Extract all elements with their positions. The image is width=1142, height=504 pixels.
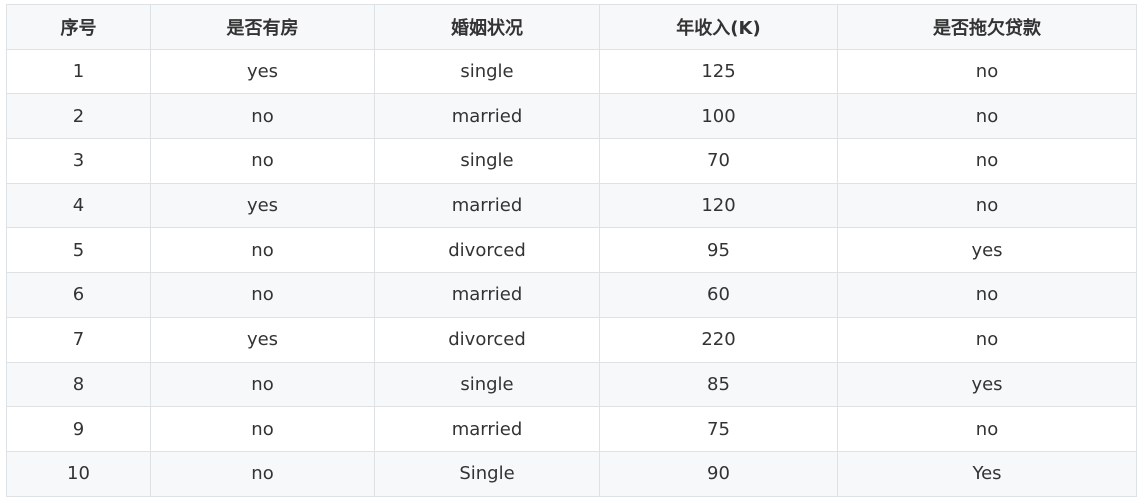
table-row: 2 no married 100 no xyxy=(6,93,1137,140)
cell-loan-default: yes xyxy=(837,361,1137,408)
cell-annual-income: 60 xyxy=(599,272,838,318)
cell-loan-default: no xyxy=(837,406,1137,452)
cell-index: 5 xyxy=(6,227,151,274)
cell-index: 4 xyxy=(6,182,151,229)
cell-loan-default: Yes xyxy=(837,450,1137,497)
cell-has-house: no xyxy=(150,361,375,408)
table-row: 8 no single 85 yes xyxy=(6,361,1137,408)
cell-annual-income: 75 xyxy=(599,406,838,452)
cell-loan-default: no xyxy=(837,93,1137,140)
cell-marital-status: single xyxy=(374,138,600,184)
cell-annual-income: 100 xyxy=(599,93,838,140)
cell-index: 9 xyxy=(6,406,151,452)
cell-has-house: no xyxy=(150,272,375,318)
cell-marital-status: divorced xyxy=(374,227,600,274)
table-row: 3 no single 70 no xyxy=(6,138,1137,184)
cell-has-house: no xyxy=(150,93,375,140)
cell-has-house: no xyxy=(150,138,375,184)
cell-loan-default: no xyxy=(837,138,1137,184)
header-row: 序号 是否有房 婚姻状况 年收入(K) 是否拖欠贷款 xyxy=(6,4,1137,50)
data-table: 序号 是否有房 婚姻状况 年收入(K) 是否拖欠贷款 1 yes single … xyxy=(6,4,1137,497)
cell-index: 1 xyxy=(6,48,151,95)
cell-loan-default: no xyxy=(837,272,1137,318)
data-table-container: 序号 是否有房 婚姻状况 年收入(K) 是否拖欠贷款 1 yes single … xyxy=(6,4,1137,497)
cell-has-house: no xyxy=(150,406,375,452)
table-row: 7 yes divorced 220 no xyxy=(6,316,1137,363)
cell-loan-default: no xyxy=(837,48,1137,95)
cell-index: 7 xyxy=(6,316,151,363)
header-loan-default: 是否拖欠贷款 xyxy=(837,4,1137,50)
cell-marital-status: married xyxy=(374,93,600,140)
cell-index: 10 xyxy=(6,450,151,497)
cell-index: 6 xyxy=(6,272,151,318)
cell-loan-default: no xyxy=(837,316,1137,363)
header-marital-status: 婚姻状况 xyxy=(374,4,600,50)
cell-marital-status: married xyxy=(374,182,600,229)
header-annual-income: 年收入(K) xyxy=(599,4,838,50)
cell-annual-income: 90 xyxy=(599,450,838,497)
cell-marital-status: married xyxy=(374,272,600,318)
cell-loan-default: no xyxy=(837,182,1137,229)
table-body: 1 yes single 125 no 2 no married 100 no … xyxy=(6,48,1137,497)
table-row: 5 no divorced 95 yes xyxy=(6,227,1137,274)
cell-loan-default: yes xyxy=(837,227,1137,274)
header-index: 序号 xyxy=(6,4,151,50)
cell-marital-status: divorced xyxy=(374,316,600,363)
table-row: 10 no Single 90 Yes xyxy=(6,450,1137,497)
cell-has-house: yes xyxy=(150,182,375,229)
table-row: 9 no married 75 no xyxy=(6,406,1137,452)
header-has-house: 是否有房 xyxy=(150,4,375,50)
table-row: 1 yes single 125 no xyxy=(6,48,1137,95)
cell-has-house: no xyxy=(150,227,375,274)
cell-index: 3 xyxy=(6,138,151,184)
table-row: 4 yes married 120 no xyxy=(6,182,1137,229)
cell-annual-income: 70 xyxy=(599,138,838,184)
cell-annual-income: 125 xyxy=(599,48,838,95)
cell-marital-status: Single xyxy=(374,450,600,497)
table-header: 序号 是否有房 婚姻状况 年收入(K) 是否拖欠贷款 xyxy=(6,4,1137,50)
table-row: 6 no married 60 no xyxy=(6,272,1137,318)
cell-marital-status: married xyxy=(374,406,600,452)
cell-index: 8 xyxy=(6,361,151,408)
cell-marital-status: single xyxy=(374,361,600,408)
cell-has-house: no xyxy=(150,450,375,497)
cell-annual-income: 220 xyxy=(599,316,838,363)
cell-annual-income: 85 xyxy=(599,361,838,408)
cell-annual-income: 120 xyxy=(599,182,838,229)
cell-index: 2 xyxy=(6,93,151,140)
cell-marital-status: single xyxy=(374,48,600,95)
cell-has-house: yes xyxy=(150,316,375,363)
cell-annual-income: 95 xyxy=(599,227,838,274)
cell-has-house: yes xyxy=(150,48,375,95)
